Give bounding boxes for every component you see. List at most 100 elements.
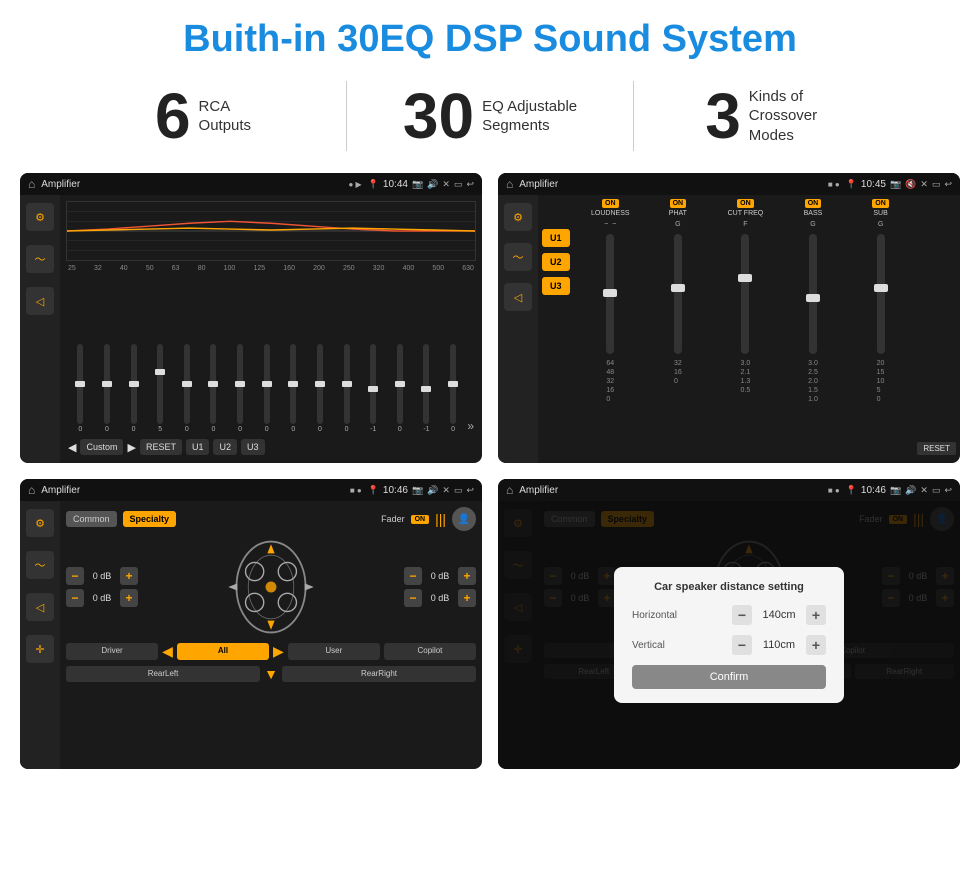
minimize-icon-1: ▭ <box>454 179 463 190</box>
eq-slider-7[interactable]: 0 <box>254 344 279 433</box>
amp-u3-btn[interactable]: U3 <box>542 277 570 295</box>
nav-user-btn[interactable]: User <box>288 643 380 660</box>
db-row-bottom-right: − 0 dB + <box>404 589 476 607</box>
screen-fader-dialog: ⌂ Amplifier ■ ● 📍 10:46 📷 🔊 ✕ ▭ ↩ ⚙ 〜 ◁ … <box>498 479 960 769</box>
home-icon-1[interactable]: ⌂ <box>28 177 35 191</box>
home-icon-3[interactable]: ⌂ <box>28 483 35 497</box>
nav-rearright-btn[interactable]: RearRight <box>282 666 476 682</box>
close-icon-3: ✕ <box>442 485 450 496</box>
fader-on-toggle[interactable]: ON <box>411 515 430 524</box>
home-icon-4[interactable]: ⌂ <box>506 483 513 497</box>
eq-sliders[interactable]: 0 0 0 5 0 <box>66 276 476 433</box>
common-tab[interactable]: Common <box>66 511 117 527</box>
back-icon-2[interactable]: ↩ <box>944 179 952 190</box>
eq-slider-2[interactable]: 0 <box>121 344 146 433</box>
fader-icon-speaker[interactable]: ◁ <box>26 593 54 621</box>
db-plus-br[interactable]: + <box>458 589 476 607</box>
dot-icon-1: ● ▶ <box>348 180 361 189</box>
eq-u3-btn[interactable]: U3 <box>241 439 265 455</box>
phat-track[interactable] <box>674 234 682 354</box>
amp-u1-btn[interactable]: U1 <box>542 229 570 247</box>
db-plus-tr[interactable]: + <box>458 567 476 585</box>
status-bar-1: ⌂ Amplifier ● ▶ 📍 10:44 📷 🔊 ✕ ▭ ↩ <box>20 173 482 195</box>
nav-copilot-btn[interactable]: Copilot <box>384 643 476 660</box>
db-minus-br[interactable]: − <box>404 589 422 607</box>
eq-slider-1[interactable]: 0 <box>95 344 120 433</box>
nav-right-arrow[interactable]: ▶ <box>273 643 284 660</box>
nav-down-arrow[interactable]: ▼ <box>264 666 278 682</box>
status-bar-2: ⌂ Amplifier ■ ● 📍 10:45 📷 🔇 ✕ ▭ ↩ <box>498 173 960 195</box>
eq-next-btn[interactable]: ▶ <box>127 441 135 454</box>
nav-rearleft-btn[interactable]: RearLeft <box>66 666 260 682</box>
phat-on[interactable]: ON <box>670 199 687 208</box>
eq-slider-3[interactable]: 5 <box>148 344 173 433</box>
db-plus-bl[interactable]: + <box>120 589 138 607</box>
screen-fader: ⌂ Amplifier ■ ● 📍 10:46 📷 🔊 ✕ ▭ ↩ ⚙ 〜 ◁ … <box>20 479 482 769</box>
eq-slider-11[interactable]: -1 <box>361 344 386 433</box>
minimize-icon-2: ▭ <box>932 179 941 190</box>
fader-bottom-nav: Driver ◀ All ▶ User Copilot <box>66 643 476 660</box>
sub-track[interactable] <box>877 234 885 354</box>
dialog-vertical-minus[interactable]: − <box>732 635 752 655</box>
eq-prev-btn[interactable]: ◀ <box>68 441 76 454</box>
stat-number-eq: 30 <box>403 84 474 148</box>
eq-slider-14[interactable]: 0 <box>441 344 466 433</box>
eq-u2-btn[interactable]: U2 <box>213 439 237 455</box>
amp-icon-wave[interactable]: 〜 <box>504 243 532 271</box>
back-icon-3[interactable]: ↩ <box>466 485 474 496</box>
back-icon-1[interactable]: ↩ <box>466 179 474 190</box>
dialog-vertical-plus[interactable]: + <box>806 635 826 655</box>
amp-u2-btn[interactable]: U2 <box>542 253 570 271</box>
fader-icon-wave[interactable]: 〜 <box>26 551 54 579</box>
bass-on[interactable]: ON <box>805 199 822 208</box>
eq-slider-8[interactable]: 0 <box>281 344 306 433</box>
nav-all-btn[interactable]: All <box>177 643 269 660</box>
eq-slider-10[interactable]: 0 <box>334 344 359 433</box>
loudness-track[interactable] <box>606 234 614 354</box>
dot-icons-2: ■ ● <box>828 180 840 189</box>
dialog-horizontal-minus[interactable]: − <box>732 605 752 625</box>
amp-icon-filter[interactable]: ⚙ <box>504 203 532 231</box>
eq-icon-wave[interactable]: 〜 <box>26 245 54 273</box>
db-minus-tl[interactable]: − <box>66 567 84 585</box>
eq-main: 2532405063 80100125160200 25032040050063… <box>60 195 482 463</box>
app-title-2: Amplifier <box>519 179 822 190</box>
eq-u1-btn[interactable]: U1 <box>186 439 210 455</box>
eq-icon-speaker[interactable]: ◁ <box>26 287 54 315</box>
nav-driver-btn[interactable]: Driver <box>66 643 158 660</box>
specialty-tab[interactable]: Specialty <box>123 511 177 527</box>
db-row-top-left: − 0 dB + <box>66 567 138 585</box>
screen-amp: ⌂ Amplifier ■ ● 📍 10:45 📷 🔇 ✕ ▭ ↩ ⚙ 〜 ◁ … <box>498 173 960 463</box>
camera-icon-3: 📷 <box>412 485 423 496</box>
fader-icon-filter[interactable]: ⚙ <box>26 509 54 537</box>
fader-icon-crosshair[interactable]: ✛ <box>26 635 54 663</box>
eq-slider-12[interactable]: 0 <box>388 344 413 433</box>
amp-icon-speaker[interactable]: ◁ <box>504 283 532 311</box>
cutfreq-track[interactable] <box>741 234 749 354</box>
eq-reset-btn[interactable]: RESET <box>140 439 182 455</box>
db-plus-tl[interactable]: + <box>120 567 138 585</box>
eq-icon-filter[interactable]: ⚙ <box>26 203 54 231</box>
nav-left-arrow[interactable]: ◀ <box>162 643 173 660</box>
eq-slider-0[interactable]: 0 <box>68 344 93 433</box>
eq-slider-6[interactable]: 0 <box>228 344 253 433</box>
loudness-on[interactable]: ON <box>602 199 619 208</box>
close-icon-1: ✕ <box>442 179 450 190</box>
eq-slider-9[interactable]: 0 <box>308 344 333 433</box>
back-icon-4[interactable]: ↩ <box>944 485 952 496</box>
dialog-confirm-button[interactable]: Confirm <box>632 665 826 689</box>
home-icon-2[interactable]: ⌂ <box>506 177 513 191</box>
sub-on[interactable]: ON <box>872 199 889 208</box>
eq-graph <box>66 201 476 261</box>
bass-track[interactable] <box>809 234 817 354</box>
db-minus-tr[interactable]: − <box>404 567 422 585</box>
eq-slider-4[interactable]: 0 <box>175 344 200 433</box>
amp-reset-btn[interactable]: RESET <box>917 442 956 455</box>
dialog-horizontal-plus[interactable]: + <box>806 605 826 625</box>
eq-slider-13[interactable]: -1 <box>414 344 439 433</box>
db-minus-bl[interactable]: − <box>66 589 84 607</box>
eq-slider-5[interactable]: 0 <box>201 344 226 433</box>
fader-person-icon[interactable]: 👤 <box>452 507 476 531</box>
cutfreq-on[interactable]: ON <box>737 199 754 208</box>
db-val-br: 0 dB <box>426 593 454 603</box>
